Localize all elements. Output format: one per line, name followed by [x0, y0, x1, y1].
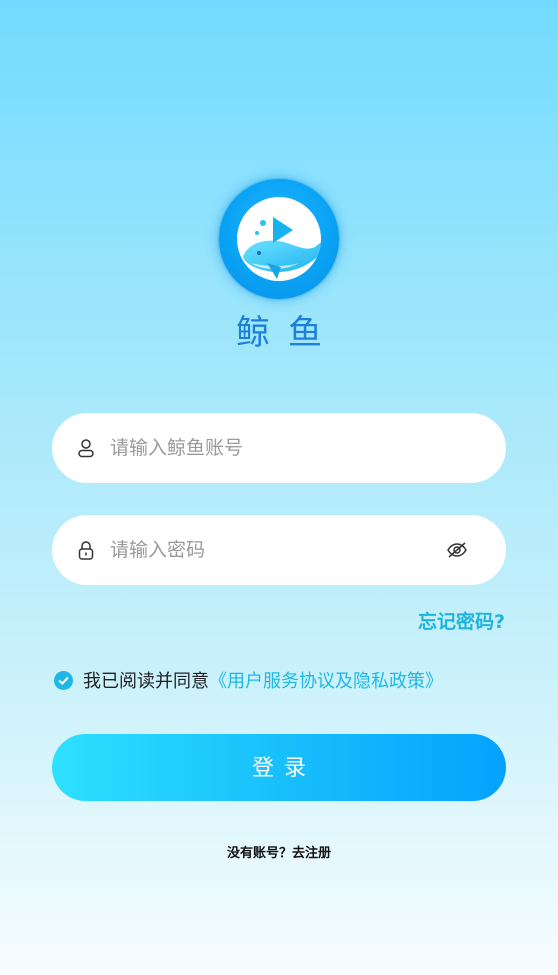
- account-input[interactable]: [110, 413, 440, 483]
- agreement-text: 我已阅读并同意: [83, 671, 209, 692]
- password-input[interactable]: [110, 515, 440, 585]
- lock-icon: [76, 540, 96, 560]
- user-icon: [76, 438, 96, 458]
- checkbox-checked-icon[interactable]: [54, 670, 73, 690]
- whale-play-icon: [237, 197, 321, 281]
- agreement-link[interactable]: 《用户服务协议及隐私政策》: [209, 667, 443, 693]
- register-link[interactable]: 没有账号？去注册: [0, 842, 558, 861]
- eye-off-icon[interactable]: [446, 540, 468, 560]
- agreement-row: 我已阅读并同意 《用户服务协议及隐私政策》: [54, 667, 443, 693]
- password-field[interactable]: [52, 515, 506, 585]
- login-button[interactable]: 登录: [52, 734, 506, 801]
- forgot-password-link[interactable]: 忘记密码?: [418, 607, 505, 634]
- app-title: 鲸鱼: [236, 313, 340, 353]
- app-logo: [219, 179, 339, 299]
- account-field[interactable]: [52, 413, 506, 483]
